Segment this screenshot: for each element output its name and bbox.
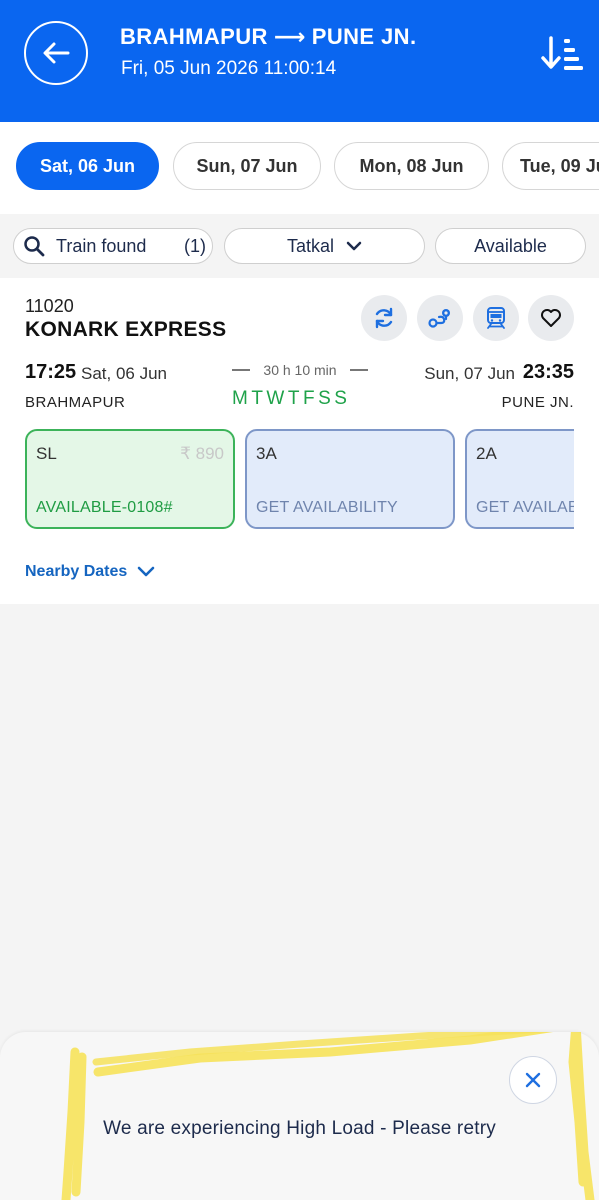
route-button[interactable]: [417, 295, 463, 341]
class-code: 3A: [256, 444, 277, 463]
train-card[interactable]: 11020 KONARK EXPRESS 17:25 Sat, 06 Jun 3…: [0, 278, 599, 604]
arrow-left-icon: [43, 42, 70, 64]
to-station: PUNE JN.: [501, 394, 574, 411]
class-availability-list[interactable]: SL ₹ 890 AVAILABLE-0108# 3A GET AVAILABI…: [25, 429, 574, 529]
highlight-annotation: [61, 1032, 595, 1200]
sort-button[interactable]: [540, 34, 584, 74]
destination-station: PUNE JN.: [311, 24, 417, 49]
refresh-button[interactable]: [361, 295, 407, 341]
date-tab-sun-07[interactable]: Sun, 07 Jun: [173, 142, 321, 190]
class-code: 2A: [476, 444, 497, 463]
availability-filter-label: Available: [474, 235, 547, 256]
app-header: BRAHMAPUR ⟶ PUNE JN. Fri, 05 Jun 2026 11:0…: [0, 0, 599, 122]
get-availability-link[interactable]: GET AVAILABILITY: [256, 499, 398, 517]
nearby-dates-label: Nearby Dates: [25, 563, 128, 580]
date-tab-mon-08[interactable]: Mon, 08 Jun: [334, 142, 489, 190]
origin-station: BRAHMAPUR: [120, 24, 268, 49]
availability-status: AVAILABLE-0108#: [36, 499, 173, 516]
favorite-button[interactable]: [528, 295, 574, 341]
train-found-count: (1): [184, 235, 206, 256]
search-icon: [24, 236, 45, 257]
train-found-filter[interactable]: Train found (1): [13, 228, 213, 264]
error-toast: We are experiencing High Load - Please r…: [0, 1032, 599, 1200]
date-tab-sat-06[interactable]: Sat, 06 Jun: [16, 142, 159, 190]
journey-duration: 30 h 10 min: [232, 362, 368, 378]
search-datetime: Fri, 05 Jun 2026 11:00:14: [121, 58, 337, 79]
train-found-label: Train found: [56, 235, 147, 256]
sort-icon: [541, 36, 583, 70]
departure-date: Sat, 06 Jun: [81, 364, 168, 383]
coach-position-button[interactable]: [473, 295, 519, 341]
heart-icon: [541, 309, 561, 327]
run-days: MTWTFSS: [232, 388, 351, 409]
filter-bar: Train found (1) Tatkal Available: [0, 214, 599, 278]
error-message: We are experiencing High Load - Please r…: [103, 1118, 496, 1139]
chevron-down-icon: [346, 241, 362, 251]
departure-time: 17:25: [25, 361, 77, 383]
quota-dropdown[interactable]: Tatkal: [224, 228, 425, 264]
train-number: 11020: [25, 296, 74, 316]
refresh-icon: [375, 307, 393, 329]
route-map-icon: [428, 309, 450, 328]
train-icon: [487, 307, 505, 329]
class-card-sl[interactable]: SL ₹ 890 AVAILABLE-0108#: [25, 429, 235, 529]
quota-value: Tatkal: [286, 235, 335, 256]
route-arrow-icon: ⟶: [273, 24, 306, 49]
close-icon: [525, 1072, 541, 1088]
class-code: SL: [36, 444, 57, 463]
nearby-dates-button[interactable]: Nearby Dates: [25, 563, 155, 581]
date-selector: Sat, 06 Jun Sun, 07 Jun Mon, 08 Jun Tue,…: [0, 122, 599, 214]
date-tab-tue-09[interactable]: Tue, 09 Jun: [502, 142, 599, 190]
arrival-date: Sun, 07 Jun: [424, 364, 515, 383]
class-card-2a[interactable]: 2A GET AVAILABILITY: [465, 429, 574, 529]
chevron-down-icon: [137, 566, 155, 577]
back-button[interactable]: [24, 21, 88, 85]
route-title: BRAHMAPUR ⟶ PUNE JN.: [120, 24, 416, 50]
class-card-3a[interactable]: 3A GET AVAILABILITY: [245, 429, 455, 529]
availability-filter[interactable]: Available: [435, 228, 586, 264]
from-station: BRAHMAPUR: [25, 394, 126, 411]
arrival-time: 23:35: [522, 361, 574, 383]
close-toast-button[interactable]: [509, 1056, 557, 1104]
duration-text: 30 h 10 min: [263, 362, 337, 378]
train-name: KONARK EXPRESS: [25, 318, 227, 341]
class-fare: ₹ 890: [180, 444, 224, 463]
get-availability-link[interactable]: GET AVAILABILITY: [476, 499, 574, 517]
